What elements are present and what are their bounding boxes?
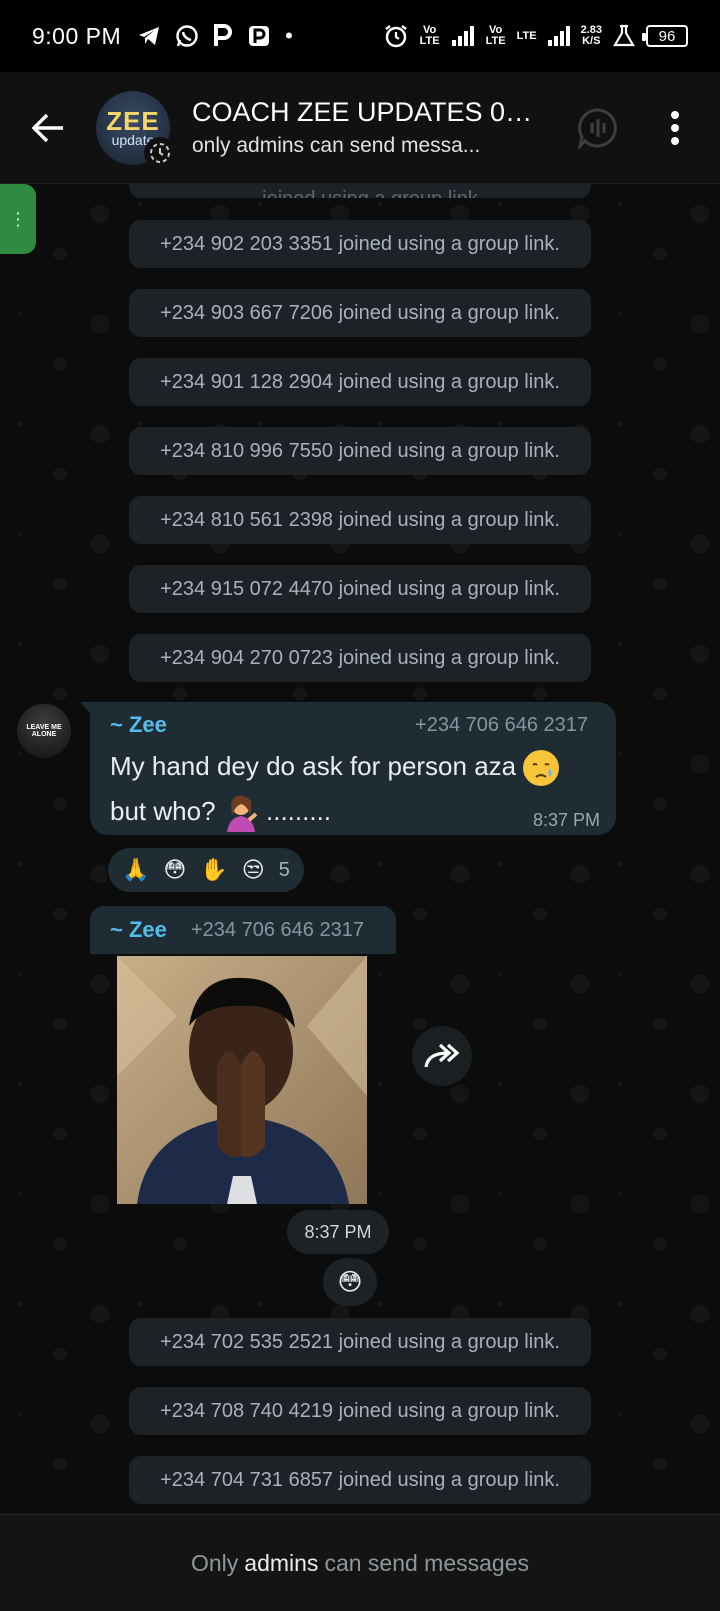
status-bar: 9:00 PM • Vo LTE Vo LTE LTE 2.83 K/S 96 [0, 0, 720, 72]
system-message: +234 904 270 0723 joined using a group l… [129, 634, 591, 682]
system-message: +234 902 203 3351 joined using a group l… [129, 220, 591, 268]
disappearing-timer-icon [144, 136, 176, 169]
battery-indicator: 96 [642, 25, 688, 47]
avatar-logo-text: ZEE [106, 105, 160, 136]
partial-text: ··· joined using a group link. [237, 184, 484, 198]
notification-icons: • [137, 24, 293, 48]
dot-icon: • [285, 23, 293, 48]
signal-icon-2 [547, 26, 570, 46]
reaction-count: 5 [278, 858, 290, 881]
message-text: My hand dey do ask for person aza but wh… [110, 744, 580, 834]
message-line-2: but who? [110, 796, 216, 826]
reaction-flushed: 😳 [337, 1268, 363, 1296]
volte-label-2: Vo LTE [485, 24, 506, 47]
more-options-button[interactable] [650, 100, 700, 156]
header-info[interactable]: COACH ZEE UPDATES 00... only admins can … [192, 97, 542, 158]
forward-icon [424, 1043, 460, 1068]
reaction-hand: ✋ [200, 857, 228, 882]
more-vertical-icon [671, 111, 679, 145]
back-button[interactable] [0, 72, 96, 184]
message-bubble[interactable]: ~ Zee +234 706 646 2317 My hand dey do a… [80, 702, 616, 835]
photo-image [117, 956, 367, 1204]
flask-icon [613, 24, 635, 47]
footer-suffix: can send messages [324, 1549, 530, 1576]
group-name: COACH ZEE UPDATES 00... [192, 97, 542, 127]
alarm-icon [384, 25, 407, 48]
forward-button[interactable] [412, 1026, 472, 1086]
crying-face-emoji [523, 750, 560, 787]
signal-icon [451, 26, 474, 46]
system-message: +234 810 561 2398 joined using a group l… [129, 496, 591, 544]
volte-label-1: Vo LTE [419, 24, 440, 47]
system-message: +234 704 731 6857 joined using a group l… [129, 1456, 591, 1504]
group-avatar[interactable]: ZEE update [96, 90, 176, 169]
sender-name[interactable]: ~ Zee [110, 712, 167, 738]
speed-unit: K/S [582, 35, 601, 47]
status-time: 9:00 PM [32, 22, 122, 49]
reaction-flushed: 😳 [163, 857, 187, 882]
sender-number: +234 706 646 2317 [415, 714, 588, 736]
reaction-pray: 🙏 [122, 857, 150, 882]
message-line-1: My hand dey do ask for person aza [110, 751, 517, 781]
voice-chat-icon [577, 108, 617, 149]
chat-area[interactable]: ··· joined using a group link. ⋮ +234 90… [0, 184, 720, 1514]
network-speed: 2.83 K/S [581, 25, 602, 47]
photo-time: 8:37 PM [287, 1210, 389, 1254]
group-subtitle: only admins can send messa... [192, 134, 481, 157]
footer-admins-link[interactable]: admins [244, 1550, 318, 1577]
photo-sender-number: +234 706 646 2317 [191, 919, 364, 941]
system-message: +234 903 667 7206 joined using a group l… [129, 289, 591, 337]
voice-chat-button[interactable] [570, 100, 626, 156]
photo-sender-header[interactable]: ~ Zee +234 706 646 2317 [90, 906, 396, 954]
p-icon [214, 24, 233, 46]
whatsapp-icon [176, 25, 198, 47]
lte-label: LTE [516, 29, 537, 42]
telegram-icon [139, 27, 160, 45]
message-trailing: ......... [266, 796, 332, 826]
photo-attachment[interactable] [117, 956, 367, 1204]
side-panel-tab[interactable]: ⋮ [0, 184, 36, 254]
photo-sender-name[interactable]: ~ Zee [110, 917, 167, 943]
reactions-bar[interactable]: 🙏 😳 ✋ 😒 5 [106, 846, 306, 894]
person-gesturing-emoji [223, 794, 259, 833]
system-message: +234 708 740 4219 joined using a group l… [129, 1387, 591, 1435]
chat-header: ZEE update COACH ZEE UPDATES 00... only … [0, 72, 720, 184]
admin-only-footer: Only admins can send messages [0, 1514, 720, 1611]
photo-reaction[interactable]: 😳 [323, 1258, 377, 1306]
system-message: +234 702 535 2521 joined using a group l… [129, 1318, 591, 1366]
system-icons: Vo LTE Vo LTE LTE 2.83 K/S 96 [383, 23, 688, 49]
back-arrow-icon [31, 113, 63, 142]
p-outline-icon [249, 26, 270, 46]
system-message: +234 810 996 7550 joined using a group l… [129, 427, 591, 475]
reaction-unamused: 😒 [241, 857, 265, 882]
system-message: +234 901 128 2904 joined using a group l… [129, 358, 591, 406]
message-time: 8:37 PM [532, 810, 600, 830]
system-message-partial: ··· joined using a group link. [129, 184, 591, 198]
system-message: +234 915 072 4470 joined using a group l… [129, 565, 591, 613]
footer-prefix: Only [190, 1549, 239, 1576]
sender-avatar[interactable]: LEAVE ME ALONE [17, 704, 71, 758]
